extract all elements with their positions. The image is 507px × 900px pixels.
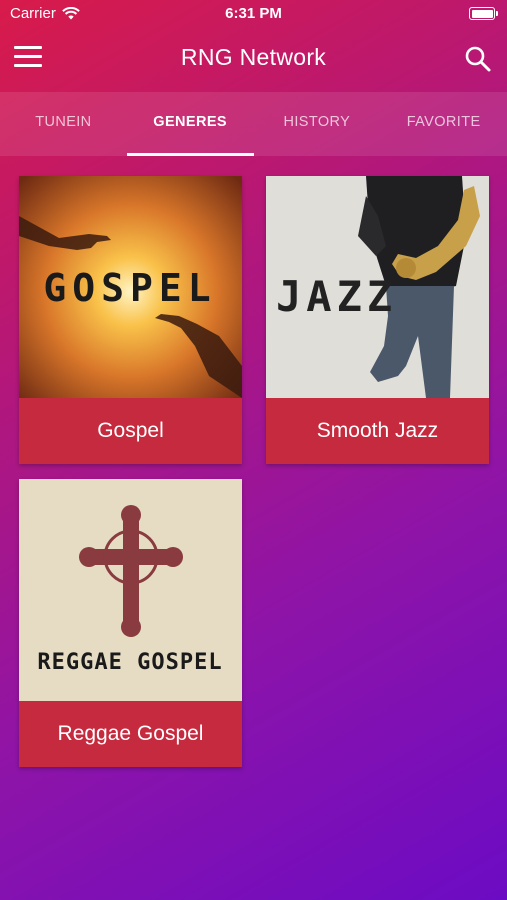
genre-label: Smooth Jazz: [266, 398, 489, 464]
jazz-cover-image: JAZZ: [266, 176, 489, 398]
battery-icon: [469, 7, 498, 20]
reggae-gospel-cover-image: REGGAE GOSPEL: [19, 479, 242, 701]
reggae-gospel-art-text: REGGAE GOSPEL: [37, 650, 222, 675]
gospel-cover-image: GOSPEL: [19, 176, 242, 398]
status-bar: Carrier 6:31 PM: [0, 0, 507, 30]
gospel-art-text: GOSPEL: [43, 266, 216, 310]
tab-tunein[interactable]: TUNEIN: [0, 92, 127, 156]
tab-history[interactable]: HISTORY: [254, 92, 381, 156]
genre-label: Reggae Gospel: [19, 701, 242, 767]
jazz-art-text: JAZZ: [276, 272, 397, 321]
app-bar: RNG Network: [0, 30, 507, 92]
page-title: RNG Network: [180, 44, 327, 70]
tab-bar: TUNEIN GENERES HISTORY FAVORITE: [0, 92, 507, 156]
genre-card-reggae-gospel[interactable]: REGGAE GOSPEL Reggae Gospel: [19, 479, 242, 767]
genre-card-gospel[interactable]: GOSPEL Gospel: [19, 176, 242, 464]
genre-label: Gospel: [19, 398, 242, 464]
status-time: 6:31 PM: [225, 5, 282, 22]
search-icon[interactable]: [463, 44, 493, 74]
tab-favorite[interactable]: FAVORITE: [380, 92, 507, 156]
genre-card-smooth-jazz[interactable]: JAZZ Smooth Jazz: [266, 176, 489, 464]
tab-generes[interactable]: GENERES: [126, 92, 254, 156]
